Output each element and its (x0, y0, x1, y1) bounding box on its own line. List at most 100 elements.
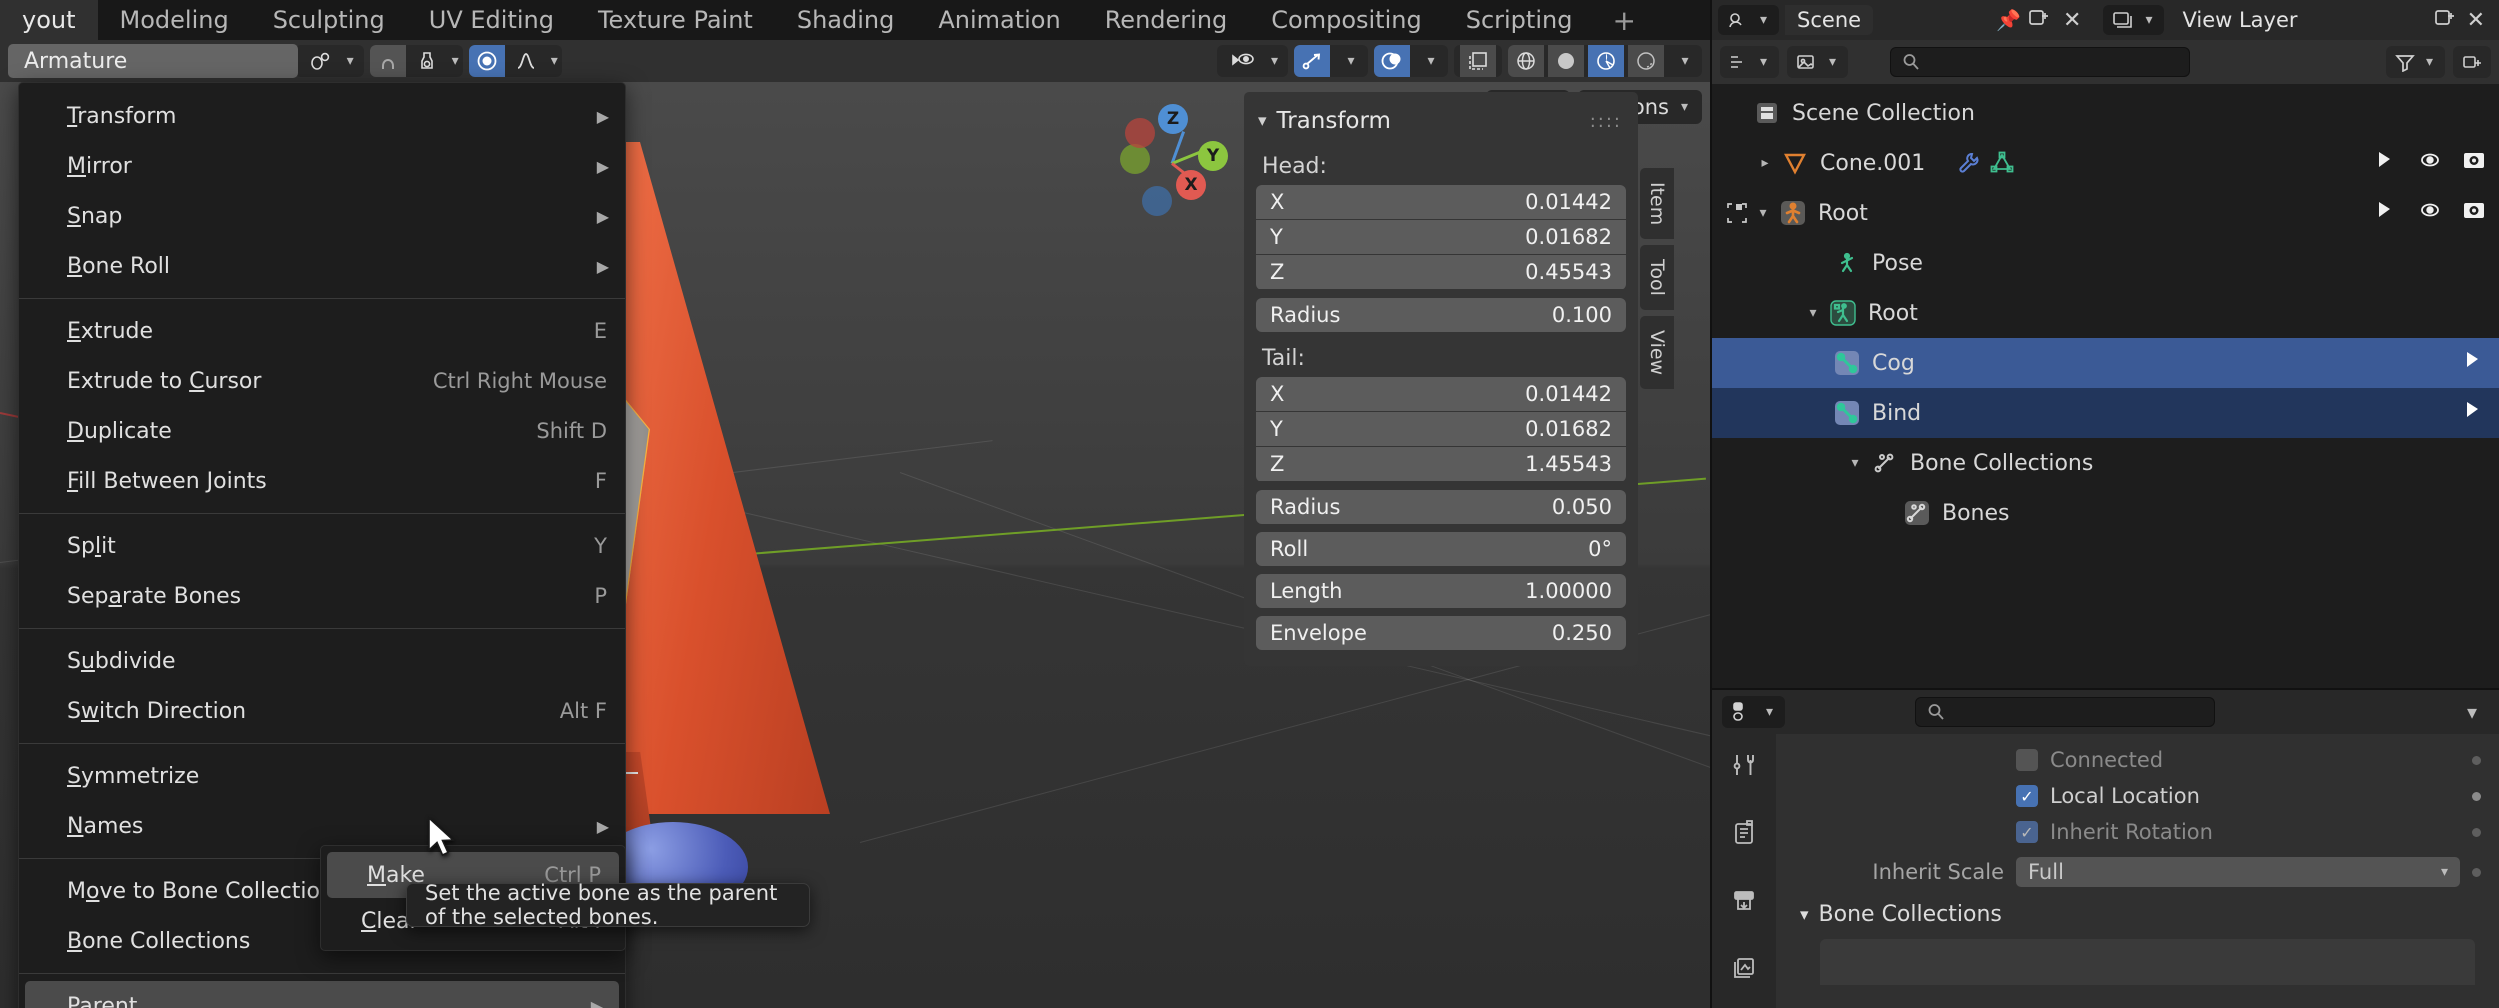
filter-icon[interactable] (2373, 197, 2399, 229)
gizmo-z-axis[interactable]: Z (1158, 104, 1188, 134)
outliner-row-bone-collections[interactable]: ▾ Bone Collections (1712, 438, 2499, 488)
menu-item-mirror[interactable]: Mirror ▶ (19, 141, 625, 191)
workspace-tab-rendering[interactable]: Rendering (1083, 0, 1250, 40)
chevron-down-icon[interactable]: ▾ (343, 53, 358, 69)
editor-horizontal-splitter[interactable] (1712, 688, 2499, 690)
animate-dot-icon[interactable] (2472, 867, 2481, 877)
snapping-group[interactable]: ▾ (369, 45, 463, 77)
menu-item-snap[interactable]: Snap ▶ (19, 191, 625, 241)
filter-display-selector[interactable]: ▾ (1787, 46, 1849, 78)
menu-item-subdivide[interactable]: Subdivide (19, 636, 625, 686)
inherit-rotation-checkbox[interactable]: ✓ (2016, 821, 2038, 843)
menu-item-extrude-to-cursor[interactable]: Extrude to Cursor Ctrl Right Mouse (19, 356, 625, 406)
workspace-tab-texture-paint[interactable]: Texture Paint (576, 0, 775, 40)
gizmo-neg-z-axis[interactable] (1142, 186, 1172, 216)
chevron-down-icon[interactable]: ▾ (1334, 45, 1368, 77)
outliner-row-root-object[interactable]: ▾ Root (1712, 188, 2499, 238)
outliner-row-root-armature[interactable]: ▾ Root (1712, 288, 2499, 338)
camera-icon[interactable] (2461, 197, 2487, 229)
tab-view[interactable]: View (1640, 316, 1674, 390)
outliner-row-bind[interactable]: Bind (1712, 388, 2499, 438)
proportional-edit-icon[interactable] (468, 45, 505, 77)
close-icon[interactable]: ✕ (2463, 8, 2493, 33)
tab-tool[interactable]: Tool (1640, 245, 1674, 311)
material-preview-shading-icon[interactable] (1588, 45, 1624, 77)
new-collection-button[interactable] (2453, 46, 2491, 78)
workspace-tab-sculpting[interactable]: Sculpting (251, 0, 407, 40)
outliner-filter-button[interactable]: ▾ (2385, 46, 2445, 78)
workspace-tab-shading[interactable]: Shading (775, 0, 917, 40)
tab-view-layer[interactable] (1723, 948, 1765, 990)
navigation-gizmo[interactable]: Z Y X (1120, 104, 1240, 224)
workspace-tab-layout[interactable]: yout (0, 0, 98, 40)
display-mode-selector[interactable]: ▾ (1720, 46, 1780, 78)
properties-options-chevron-icon[interactable]: ▾ (2463, 700, 2489, 724)
view-layer-selector[interactable]: ▾ (2103, 5, 2165, 35)
armature-menu-button[interactable]: Armature (8, 44, 298, 78)
chevron-down-icon[interactable]: ▾ (547, 53, 562, 69)
snap-target-icon[interactable] (410, 45, 444, 77)
properties-editor-type-selector[interactable]: ▾ (1722, 696, 1786, 728)
view-layer-name-field[interactable]: View Layer (2170, 5, 2309, 35)
wireframe-shading-icon[interactable] (1508, 45, 1544, 77)
filter-icon[interactable] (2461, 347, 2487, 379)
show-gizmo-icon[interactable] (1294, 45, 1330, 77)
property-row-inherit-rotation[interactable]: ✓ Inherit Rotation (1794, 818, 2481, 846)
mesh-data-icon[interactable] (1985, 150, 2019, 176)
animate-dot-icon[interactable] (2472, 827, 2481, 837)
expand-triangle[interactable]: ▾ (1750, 205, 1776, 221)
proportional-edit-group[interactable]: ▾ (468, 45, 562, 77)
object-types-visibility-icon[interactable] (1223, 45, 1263, 77)
camera-icon[interactable] (2461, 147, 2487, 179)
rendered-shading-icon[interactable] (1628, 45, 1664, 77)
tail-z-field[interactable]: Z 1.45543 (1256, 447, 1626, 481)
filter-icon[interactable] (2461, 397, 2487, 429)
outliner-row-scene-collection[interactable]: ▸ Scene Collection (1712, 88, 2499, 138)
overlays-group[interactable]: ▾ (1374, 45, 1448, 77)
outliner-row-bones[interactable]: Bones (1712, 488, 2499, 538)
menu-item-extrude[interactable]: Extrude E (19, 306, 625, 356)
property-row-local-location[interactable]: ✓ Local Location (1794, 782, 2481, 810)
gizmo-x-axis[interactable]: X (1176, 170, 1206, 200)
bone-collections-list-box[interactable] (1820, 939, 2475, 985)
head-y-field[interactable]: Y 0.01682 (1256, 220, 1626, 254)
menu-item-names[interactable]: Names ▶ (19, 801, 625, 851)
editor-vertical-splitter[interactable] (1710, 0, 1712, 1008)
shading-mode-group[interactable]: ▾ (1508, 45, 1702, 77)
tab-tool[interactable] (1723, 744, 1765, 786)
envelope-field[interactable]: Envelope 0.250 (1256, 616, 1626, 650)
chevron-down-icon[interactable]: ▾ (448, 53, 463, 69)
bone-collections-panel-header[interactable]: ▾ Bone Collections (1794, 888, 2481, 927)
menu-item-fill-between-joints[interactable]: Fill Between Joints F (19, 456, 625, 506)
menu-item-switch-direction[interactable]: Switch Direction Alt F (19, 686, 625, 736)
new-scene-icon[interactable] (2027, 7, 2051, 33)
add-workspace-button[interactable]: + (1594, 0, 1653, 40)
filter-icon[interactable] (2373, 147, 2399, 179)
outliner-row-cone-001[interactable]: ▸ Cone.001 (1712, 138, 2499, 188)
snap-magnet-icon[interactable] (369, 45, 406, 77)
workspace-tab-uv-editing[interactable]: UV Editing (407, 0, 576, 40)
animate-dot-icon[interactable] (2472, 755, 2481, 765)
chevron-down-icon[interactable]: ▾ (1668, 45, 1702, 77)
properties-search-input[interactable] (1915, 697, 2216, 727)
gizmo-y-axis[interactable]: Y (1198, 141, 1228, 171)
length-field[interactable]: Length 1.00000 (1256, 574, 1626, 608)
solid-shading-icon[interactable] (1548, 45, 1584, 77)
tail-x-field[interactable]: X 0.01442 (1256, 377, 1626, 411)
connected-checkbox[interactable] (2016, 749, 2038, 771)
modifier-wrench-icon[interactable] (1951, 150, 1985, 176)
property-row-inherit-scale[interactable]: Inherit Scale Full ▾ (1794, 856, 2481, 888)
property-row-connected[interactable]: Connected (1794, 746, 2481, 774)
animate-dot-icon[interactable] (2472, 791, 2481, 801)
tab-render[interactable] (1723, 812, 1765, 854)
transform-panel-header[interactable]: ▾ Transform :::: (1256, 102, 1626, 148)
chevron-down-icon[interactable]: ▾ (1267, 53, 1282, 69)
roll-field[interactable]: Roll 0° (1256, 532, 1626, 566)
local-location-checkbox[interactable]: ✓ (2016, 785, 2038, 807)
gizmo-neg-y-axis[interactable] (1120, 144, 1150, 174)
pivot-point-group[interactable]: ▾ (294, 45, 364, 77)
workspace-tab-compositing[interactable]: Compositing (1249, 0, 1443, 40)
eye-icon[interactable] (2417, 197, 2443, 229)
chevron-down-icon[interactable]: ▾ (1414, 45, 1448, 77)
close-icon[interactable]: ✕ (2057, 8, 2087, 33)
